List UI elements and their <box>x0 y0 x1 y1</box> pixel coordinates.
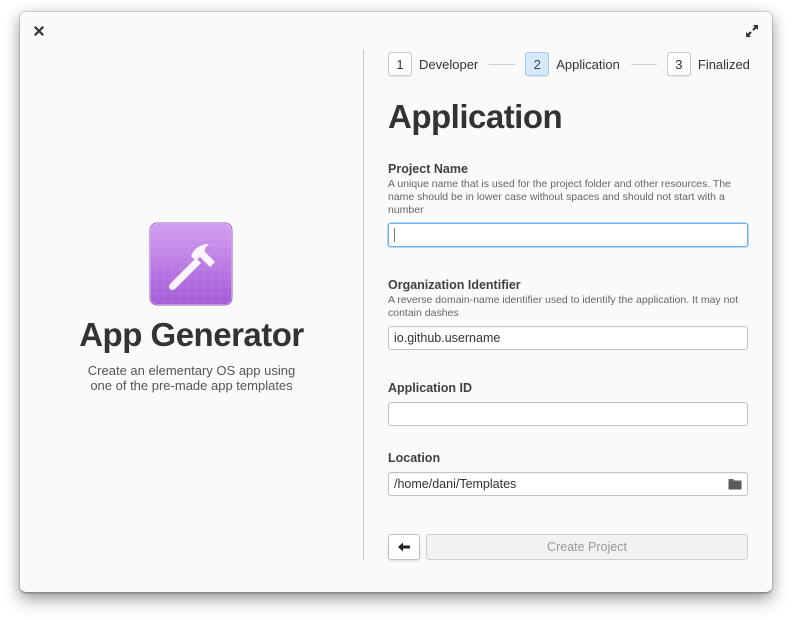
folder-icon[interactable] <box>727 477 743 491</box>
step-developer: 1 Developer <box>388 52 478 76</box>
project-name-label: Project Name <box>388 162 468 176</box>
create-project-button[interactable]: Create Project <box>426 534 748 560</box>
application-id-label: Application ID <box>388 381 473 395</box>
organization-identifier-value: io.github.username <box>394 331 501 345</box>
step-number: 3 <box>666 52 691 76</box>
maximize-button[interactable] <box>744 23 760 39</box>
back-button[interactable] <box>388 534 420 560</box>
step-label: Developer <box>419 56 479 72</box>
step-application: 2 Application <box>525 52 620 76</box>
step-finalized: 3 Finalized <box>666 52 750 76</box>
maximize-icon <box>746 25 758 37</box>
step-number: 1 <box>388 52 412 76</box>
page-title: Application <box>388 98 563 135</box>
project-name-input[interactable] <box>388 223 748 247</box>
step-label: Application <box>556 56 620 72</box>
text-caret <box>394 228 395 242</box>
organization-identifier-label: Organization Identifier <box>388 278 521 292</box>
app-title: App Generator <box>79 316 304 353</box>
panel-divider <box>363 50 364 560</box>
location-label: Location <box>388 451 441 465</box>
organization-identifier-description: A reverse domain-name identifier used to… <box>388 294 739 319</box>
hammer-icon <box>149 222 233 306</box>
organization-identifier-input[interactable]: io.github.username <box>388 326 748 350</box>
arrow-left-icon <box>398 542 410 552</box>
step-separator <box>630 63 657 65</box>
location-input[interactable]: /home/dani/Templates <box>388 472 748 496</box>
app-subtitle-line-1: Create an elementary OS app using <box>87 363 296 378</box>
step-separator <box>489 63 516 65</box>
welcome-panel: App Generator Create an elementary OS ap… <box>20 12 363 592</box>
app-subtitle: Create an elementary OS app using one of… <box>20 363 363 393</box>
project-name-description: A unique name that is used for the proje… <box>388 178 732 216</box>
step-number: 2 <box>525 52 550 76</box>
stepper: 1 Developer 2 Application 3 Finalized <box>388 51 750 77</box>
step-label: Finalized <box>697 56 750 72</box>
location-value: /home/dani/Templates <box>394 477 517 491</box>
app-subtitle-line-2: one of the pre-made app templates <box>90 378 293 393</box>
application-id-input[interactable] <box>388 402 748 426</box>
app-window: App Generator Create an elementary OS ap… <box>20 12 772 593</box>
